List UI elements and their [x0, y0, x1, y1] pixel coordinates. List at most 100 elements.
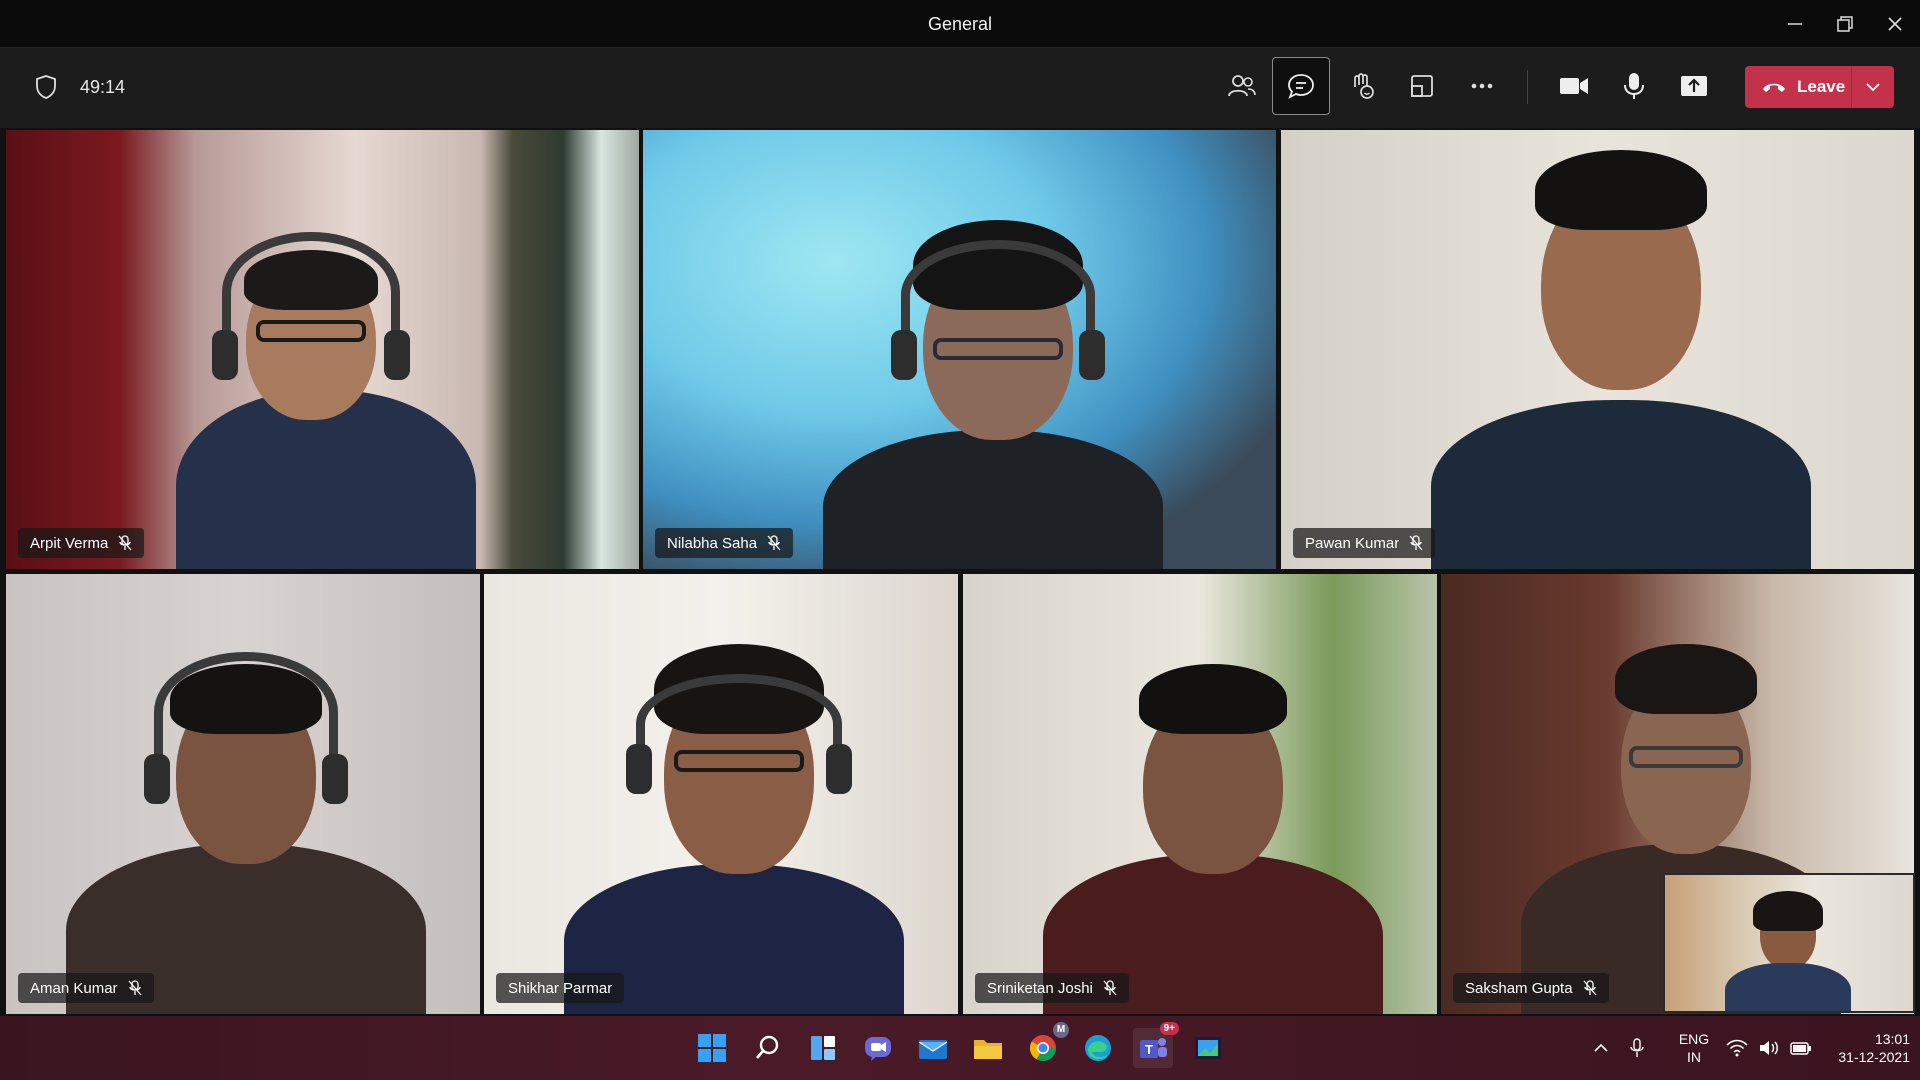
restore-icon	[1837, 16, 1853, 32]
mic-button[interactable]	[1605, 57, 1663, 115]
window-titlebar: General	[0, 0, 1920, 48]
participant-name: Nilabha Saha	[667, 534, 758, 552]
teams-chat-button[interactable]	[858, 1028, 898, 1068]
camera-icon	[1560, 78, 1588, 94]
snipping-tool-icon	[1195, 1037, 1221, 1059]
teams-icon: T	[1140, 1038, 1167, 1058]
chat-button[interactable]	[1272, 57, 1330, 115]
participant-silhouette	[66, 634, 426, 1014]
wifi-icon	[1726, 1039, 1748, 1057]
video-tile[interactable]: Sriniketan Joshi	[963, 574, 1437, 1014]
rooms-button[interactable]	[1393, 57, 1451, 115]
clock-time: 13:01	[1874, 1031, 1910, 1047]
chrome-button[interactable]: M	[1023, 1022, 1069, 1068]
share-icon	[1681, 76, 1707, 96]
participant-silhouette	[1043, 664, 1383, 1014]
video-tile[interactable]: Aman Kumar	[6, 574, 480, 1014]
participant-nameplate: Pawan Kumar	[1293, 528, 1436, 558]
battery-icon	[1790, 1042, 1811, 1055]
reactions-button[interactable]	[1333, 57, 1391, 115]
edge-button[interactable]	[1078, 1028, 1118, 1068]
leave-options-button[interactable]	[1852, 66, 1894, 108]
snipping-tool-button[interactable]	[1188, 1028, 1228, 1068]
teams-notification-badge: 9+	[1159, 1022, 1179, 1035]
clock[interactable]: 13:01 31-12-2021	[1820, 1030, 1910, 1066]
mic-muted-icon	[1103, 980, 1117, 996]
participant-silhouette	[156, 220, 486, 569]
restore-button[interactable]	[1820, 0, 1870, 48]
participant-nameplate: Nilabha Saha	[655, 528, 794, 558]
mic-muted-icon	[118, 535, 132, 551]
more-actions-button[interactable]	[1453, 57, 1511, 115]
rooms-icon	[1411, 75, 1433, 97]
participants-icon	[1228, 75, 1256, 97]
chrome-icon	[1029, 1035, 1057, 1062]
meeting-timer: 49:14	[80, 77, 126, 97]
phone-hangup-icon	[1763, 83, 1785, 92]
teams-button[interactable]: T 9+	[1133, 1022, 1179, 1068]
file-explorer-button[interactable]	[968, 1028, 1008, 1068]
close-button[interactable]	[1870, 0, 1920, 48]
chevron-down-icon	[1866, 83, 1880, 92]
participant-name: Arpit Verma	[30, 534, 109, 552]
share-button[interactable]	[1665, 57, 1723, 115]
video-tile[interactable]: Shikhar Parmar	[484, 574, 958, 1014]
file-explorer-icon	[974, 1040, 1002, 1059]
leave-button[interactable]: Leave	[1745, 66, 1851, 108]
close-icon	[1888, 17, 1902, 31]
participant-silhouette	[564, 614, 904, 1014]
windows-start-icon	[698, 1034, 726, 1062]
shield-icon	[36, 75, 56, 99]
svg-text:T: T	[1145, 1042, 1153, 1057]
tray-status-icons[interactable]	[1726, 1016, 1812, 1080]
participant-name: Pawan Kumar	[1305, 534, 1400, 552]
video-tile[interactable]: Arpit Verma	[6, 130, 639, 569]
window-title: General	[927, 14, 993, 34]
region-code: IN	[1687, 1049, 1701, 1065]
mic-muted-icon	[1409, 535, 1423, 551]
language-code: ENG	[1678, 1031, 1710, 1047]
search-button[interactable]	[748, 1028, 788, 1068]
mic-muted-icon	[128, 980, 142, 996]
chevron-up-icon[interactable]	[1592, 1039, 1610, 1057]
mail-icon	[918, 1040, 948, 1059]
volume-icon	[1760, 1041, 1778, 1055]
participant-nameplate: Arpit Verma	[18, 528, 145, 558]
raise-hand-icon	[1354, 73, 1374, 99]
chat-icon	[1288, 74, 1314, 99]
participant-nameplate: Aman Kumar	[18, 973, 154, 1003]
participant-name: Aman Kumar	[30, 979, 118, 997]
start-button[interactable]	[692, 1028, 732, 1068]
mail-button[interactable]	[913, 1028, 953, 1068]
video-tile[interactable]: Nilabha Saha	[643, 130, 1276, 569]
microphone-tray-icon[interactable]	[1630, 1038, 1644, 1058]
participant-name: Saksham Gupta	[1465, 979, 1573, 997]
mic-muted-icon	[767, 535, 781, 551]
video-grid: Arpit Verma Nilabha Saha Pawan Kumar Ama…	[0, 128, 1920, 1016]
more-icon	[1471, 83, 1493, 89]
video-tile[interactable]: Pawan Kumar	[1281, 130, 1914, 569]
participant-name: Sriniketan Joshi	[987, 979, 1093, 997]
mic-icon	[1624, 73, 1644, 99]
participants-button[interactable]	[1213, 57, 1271, 115]
participant-name: Shikhar Parmar	[508, 979, 613, 997]
participant-nameplate: Sriniketan Joshi	[975, 973, 1129, 1003]
widgets-icon	[811, 1036, 835, 1060]
self-view-preview[interactable]	[1663, 873, 1915, 1013]
participant-silhouette	[823, 180, 1163, 569]
system-tray	[1592, 1016, 1644, 1080]
toolbar-separator	[1527, 70, 1528, 104]
search-icon	[756, 1035, 779, 1059]
meeting-toolbar: 49:14 Leave	[0, 48, 1920, 128]
widgets-button[interactable]	[803, 1028, 843, 1068]
input-language[interactable]: ENG IN	[1672, 1030, 1716, 1066]
chrome-profile-badge: M	[1053, 1022, 1069, 1038]
windows-taskbar: M T 9+ ENG IN 13:01 31-12-2021	[0, 1016, 1920, 1080]
leave-label: Leave	[1797, 77, 1846, 96]
minimize-button[interactable]	[1770, 0, 1820, 48]
leave-button-group: Leave	[1745, 66, 1894, 108]
clock-date: 31-12-2021	[1838, 1049, 1910, 1065]
mic-muted-icon	[1583, 980, 1597, 996]
camera-button[interactable]	[1545, 57, 1603, 115]
participant-silhouette	[1431, 140, 1811, 569]
